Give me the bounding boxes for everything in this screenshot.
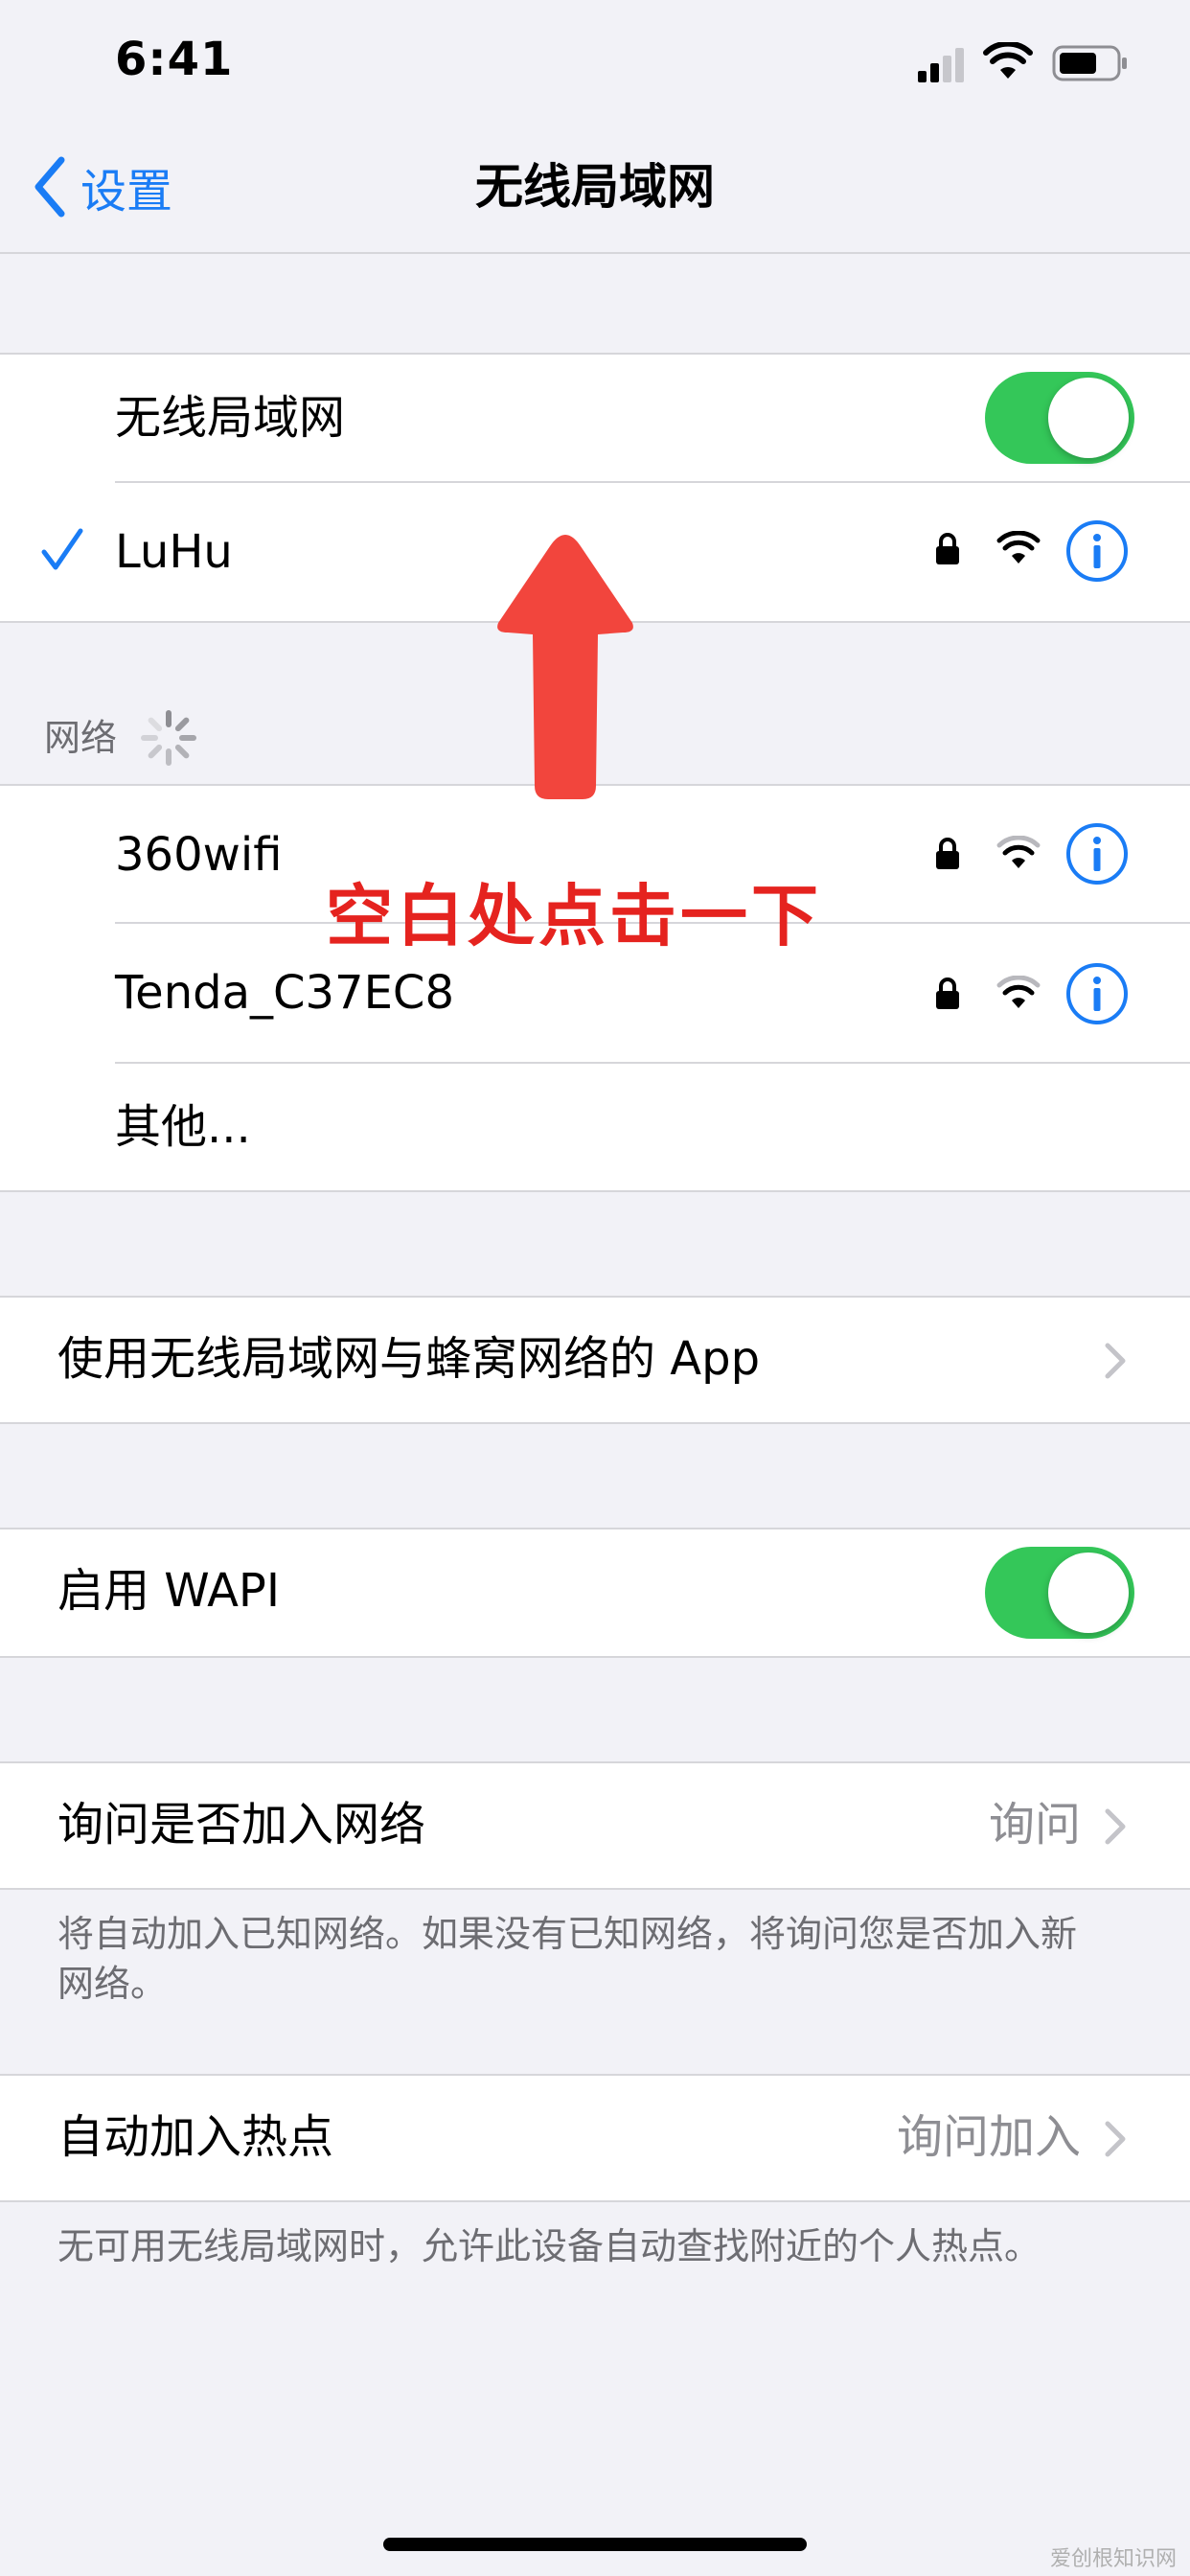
lock-icon <box>936 533 959 564</box>
info-icon[interactable] <box>1065 962 1129 1025</box>
status-time: 6:41 <box>115 33 234 86</box>
watermark: 爱创根知识网 <box>1049 2547 1177 2571</box>
other-network-row[interactable]: 其他... <box>0 1064 1190 1192</box>
cellular-signal-icon <box>918 48 966 82</box>
lock-icon <box>936 978 959 1009</box>
auto-hotspot-row[interactable]: 自动加入热点 询问加入 <box>0 2074 1190 2202</box>
chevron-right-icon <box>1105 1808 1126 1845</box>
ask-join-footer: 将自动加入已知网络。如果没有已知网络，将询问您是否加入新网络。 <box>57 1913 1078 2005</box>
network-name: Tenda_C37EC8 <box>115 966 454 1020</box>
annotation-text: 空白处点击一下 <box>326 877 822 955</box>
chevron-right-icon <box>1105 2121 1126 2157</box>
wifi-strength-icon <box>996 836 1041 868</box>
auto-hotspot-value: 询问加入 <box>896 2110 1081 2164</box>
auto-hotspot-label: 自动加入热点 <box>57 2110 334 2164</box>
page-title: 无线局域网 <box>475 159 715 215</box>
wifi-status-icon <box>983 40 1033 80</box>
red-arrow-icon <box>497 535 633 799</box>
battery-icon <box>1052 44 1129 82</box>
ask-join-row[interactable]: 询问是否加入网络 询问 <box>0 1761 1190 1890</box>
wifi-strength-icon <box>996 531 1041 564</box>
apps-row-label: 使用无线局域网与蜂窝网络的 App <box>57 1332 761 1386</box>
lock-icon <box>936 838 959 869</box>
info-icon[interactable] <box>1065 519 1129 583</box>
wapi-row: 启用 WAPI <box>0 1528 1190 1658</box>
networks-header: 网络 <box>44 709 197 767</box>
connected-network-name: LuHu <box>115 525 233 579</box>
info-icon[interactable] <box>1065 822 1129 886</box>
nav-divider <box>0 252 1190 254</box>
ask-join-label: 询问是否加入网络 <box>57 1798 426 1852</box>
wifi-strength-icon <box>996 976 1041 1008</box>
other-network-label: 其他... <box>115 1100 251 1154</box>
wapi-label: 启用 WAPI <box>57 1564 281 1618</box>
networks-list: 360wifi Tenda_C37EC8 其他... <box>0 784 1190 1192</box>
auto-hotspot-footer: 无可用无线局域网时，允许此设备自动查找附近的个人热点。 <box>57 2225 1041 2267</box>
wifi-toggle-label: 无线局域网 <box>115 391 346 445</box>
apps-row[interactable]: 使用无线局域网与蜂窝网络的 App <box>0 1296 1190 1424</box>
wapi-toggle[interactable] <box>985 1547 1134 1639</box>
network-name: 360wifi <box>115 828 283 882</box>
checkmark-icon <box>41 528 83 570</box>
chevron-right-icon <box>1105 1343 1126 1379</box>
ask-join-value: 询问 <box>988 1798 1081 1852</box>
home-indicator[interactable] <box>383 2538 807 2551</box>
networks-header-label: 网络 <box>44 717 118 759</box>
wifi-toggle[interactable] <box>985 372 1134 464</box>
loading-spinner-icon <box>141 710 197 766</box>
